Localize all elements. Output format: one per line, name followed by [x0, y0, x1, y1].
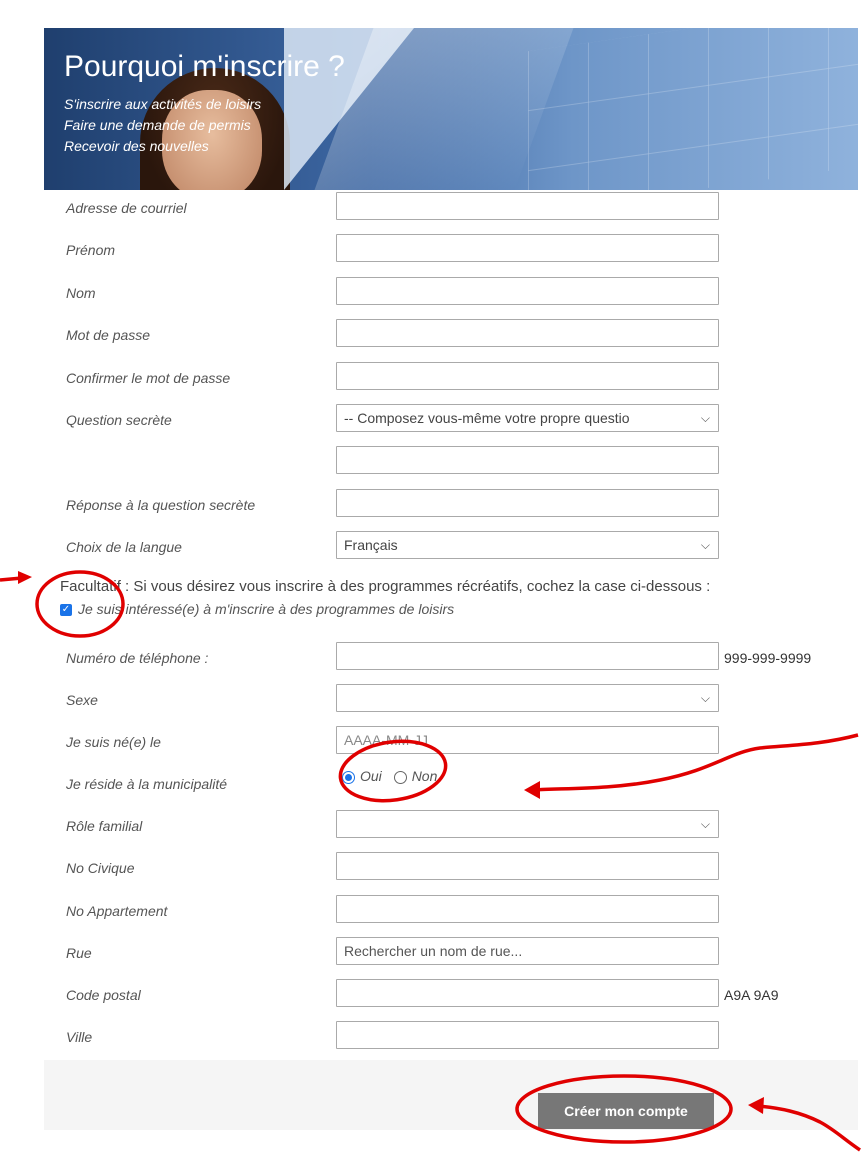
annotation-arrowhead-radio	[524, 781, 540, 799]
annotation-circle-radio	[338, 739, 448, 803]
annotation-circle-submit	[515, 1074, 733, 1144]
annotation-arrow-submit-line	[757, 1104, 861, 1152]
annotation-arrowhead-submit	[748, 1097, 764, 1114]
annotation-overlay	[0, 570, 861, 1152]
annotation-arrow-radio-line	[534, 733, 859, 792]
annotation-arrowhead-checkbox	[18, 571, 32, 584]
annotation-circle-checkbox	[35, 570, 125, 638]
